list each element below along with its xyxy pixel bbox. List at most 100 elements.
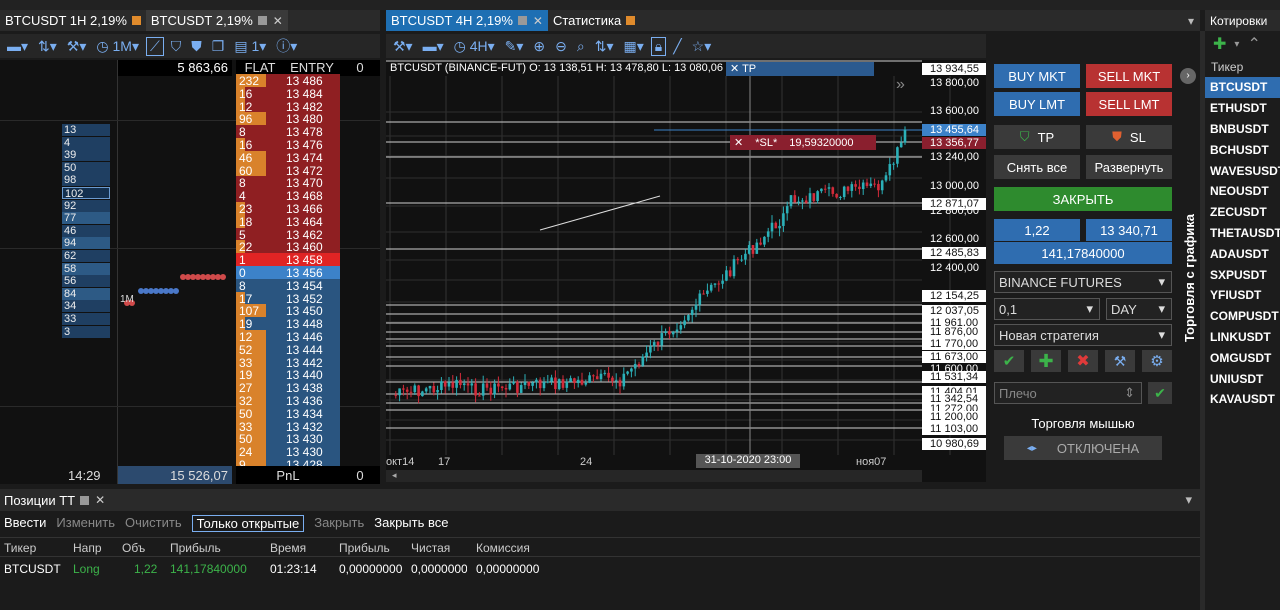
search-icon[interactable]: ⌕	[574, 38, 588, 55]
double-chevron-icon[interactable]: »	[896, 76, 905, 94]
sort-icon[interactable]: ⇅▾	[592, 38, 617, 55]
calendar-icon[interactable]: ▦▾	[621, 38, 647, 55]
ticker-item[interactable]: LINKUSDT	[1205, 327, 1280, 348]
col-volume[interactable]: Объ	[122, 541, 145, 555]
wrench-icon[interactable]: ⚒▾	[390, 38, 416, 55]
ticker-item[interactable]: OMGUSDT	[1205, 347, 1280, 368]
tp-order-line[interactable]: ✕ TP	[726, 62, 874, 76]
star-icon[interactable]: ☆▾	[689, 38, 715, 55]
ticker-item[interactable]: COMPUSDT	[1205, 306, 1280, 327]
tab-btcusdt-4h[interactable]: BTCUSDT 4H 2,19% ✕	[386, 10, 548, 31]
price-level-row[interactable]: 0 13 456	[236, 266, 340, 280]
chevron-down-icon[interactable]: ▾	[1188, 14, 1200, 28]
line-chart-icon[interactable]: ⟋	[145, 36, 164, 56]
ticker-item[interactable]: KAVAUSDT	[1205, 389, 1280, 410]
price-level-row[interactable]: 24 13 430	[236, 445, 340, 459]
price-level-row[interactable]: 19 13 448	[236, 317, 340, 331]
tab-btcusdt-1h[interactable]: BTCUSDT 1H 2,19%	[0, 10, 146, 31]
tab-positions[interactable]: Позиции ТТ	[4, 493, 75, 508]
price-level-row[interactable]: 33 13 432	[236, 419, 340, 434]
clock-icon[interactable]: ◷ 1M▾	[93, 38, 142, 55]
sort-icon[interactable]: ⇅▾	[35, 38, 60, 55]
col-profit[interactable]: Прибыль	[170, 541, 221, 555]
close-icon[interactable]: ✕	[734, 136, 743, 149]
apply-leverage-icon[interactable]: ✔	[1148, 382, 1172, 404]
price-level-row[interactable]: 50 13 430	[236, 432, 340, 446]
close-icon[interactable]: ✕	[95, 493, 105, 507]
price-level-row[interactable]: 107 13 450	[236, 304, 340, 318]
ticker-item[interactable]: SXPUSDT	[1205, 264, 1280, 285]
exchange-select[interactable]: BINANCE FUTURES ▾	[994, 271, 1172, 293]
ticker-item[interactable]: UNIUSDT	[1205, 368, 1280, 389]
ticker-item[interactable]: ZECUSDT	[1205, 202, 1280, 223]
chevron-down-icon[interactable]: ▾	[1234, 39, 1239, 50]
price-level-row[interactable]: 1 13 458	[236, 253, 340, 267]
price-level-row[interactable]: 33 13 442	[236, 355, 340, 370]
price-level-row[interactable]: 27 13 438	[236, 381, 340, 395]
mouse-trading-toggle[interactable]: ◂▸ ОТКЛЮЧЕНА	[1004, 436, 1162, 460]
price-level-row[interactable]: 96 13 480	[236, 112, 340, 126]
info-icon[interactable]: ⓘ▾	[273, 36, 300, 56]
col-net[interactable]: Чистая	[411, 541, 450, 555]
col-time[interactable]: Время	[270, 541, 306, 555]
plus-icon[interactable]: ✚	[1213, 34, 1226, 54]
ticker-item[interactable]: BTCUSDT	[1205, 77, 1280, 98]
price-level-row[interactable]: 232 13 486	[236, 74, 340, 88]
doc-icon[interactable]: ▤ 1▾	[231, 38, 269, 55]
ticker-item[interactable]: NEOUSDT	[1205, 181, 1280, 202]
close-icon[interactable]: ✕	[273, 14, 283, 28]
close-icon[interactable]: ✕	[533, 14, 543, 28]
ticker-item[interactable]: WAVESUSDT	[1205, 160, 1280, 181]
close-all-button[interactable]: Закрыть все	[374, 515, 448, 532]
price-level-row[interactable]: 8 13 478	[236, 125, 340, 139]
cancel-all-button[interactable]: Снять все	[994, 155, 1080, 179]
check-icon[interactable]: ✔	[994, 350, 1024, 372]
tab-statistics[interactable]: Статистика	[548, 10, 640, 31]
price-level-row[interactable]: 16 13 476	[236, 138, 340, 152]
chevron-right-icon[interactable]: ›	[1180, 68, 1196, 84]
price-level-row[interactable]: 18 13 464	[236, 214, 340, 229]
price-level-row[interactable]: 46 13 474	[236, 150, 340, 165]
lock-icon[interactable]: 🔒︎	[650, 36, 667, 56]
price-level-row[interactable]: 5 13 462	[236, 227, 340, 242]
enter-button[interactable]: Ввести	[4, 515, 46, 532]
ticker-item[interactable]: BCHUSDT	[1205, 139, 1280, 160]
ticker-item[interactable]: ADAUSDT	[1205, 243, 1280, 264]
wrench-icon[interactable]: ⚒▾	[64, 38, 90, 55]
sell-mkt-button[interactable]: SELL MKT	[1086, 64, 1172, 88]
sl-order-line[interactable]: ✕ *SL* 19,59320000	[730, 135, 876, 150]
chart-scrollbar[interactable]: ◂	[386, 470, 922, 482]
period-select[interactable]: DAY ▾	[1106, 298, 1172, 320]
col-profit2[interactable]: Прибыль	[339, 541, 390, 555]
plus-icon[interactable]: ✚	[1031, 350, 1061, 372]
price-level-row[interactable]: 23 13 466	[236, 202, 340, 216]
price-level-row[interactable]: 52 13 444	[236, 342, 340, 357]
edit-button[interactable]: Изменить	[56, 515, 115, 532]
clock-icon[interactable]: ◷ 4H▾	[451, 38, 498, 55]
only-open-button[interactable]: Только открытые	[191, 515, 305, 532]
line-tool-icon[interactable]: ╱	[670, 38, 684, 55]
folder-icon[interactable]: ▬▾	[4, 38, 31, 55]
price-level-row[interactable]: 19 13 440	[236, 368, 340, 382]
col-ticker[interactable]: Тикер	[4, 541, 36, 555]
price-level-row[interactable]: 8 13 470	[236, 176, 340, 190]
lot-select[interactable]: 0,1 ▾	[994, 298, 1100, 320]
close-button[interactable]: Закрыть	[314, 515, 364, 532]
sell-lmt-button[interactable]: SELL LMT	[1086, 92, 1172, 116]
buy-mkt-button[interactable]: BUY MKT	[994, 64, 1080, 88]
col-commission[interactable]: Комиссия	[476, 541, 530, 555]
copy-icon[interactable]: ❐	[209, 38, 228, 55]
tp-button[interactable]: ⛉ TP	[994, 125, 1080, 149]
price-level-row[interactable]: 32 13 436	[236, 394, 340, 408]
strategy-select[interactable]: Новая стратегия ▾	[994, 324, 1172, 346]
sl-button[interactable]: ⛊ SL	[1086, 125, 1172, 149]
gear-icon[interactable]: ⚙	[1142, 350, 1172, 372]
zoom-in-icon[interactable]: ⊕	[530, 38, 548, 55]
price-level-row[interactable]: 16 13 484	[236, 86, 340, 101]
price-level-row[interactable]: 60 13 472	[236, 163, 340, 178]
price-level-row[interactable]: 50 13 434	[236, 406, 340, 421]
price-level-row[interactable]: 4 13 468	[236, 189, 340, 203]
ticker-item[interactable]: BNBUSDT	[1205, 119, 1280, 140]
buy-lmt-button[interactable]: BUY LMT	[994, 92, 1080, 116]
tab-btcusdt[interactable]: BTCUSDT 2,19% ✕	[145, 10, 288, 31]
